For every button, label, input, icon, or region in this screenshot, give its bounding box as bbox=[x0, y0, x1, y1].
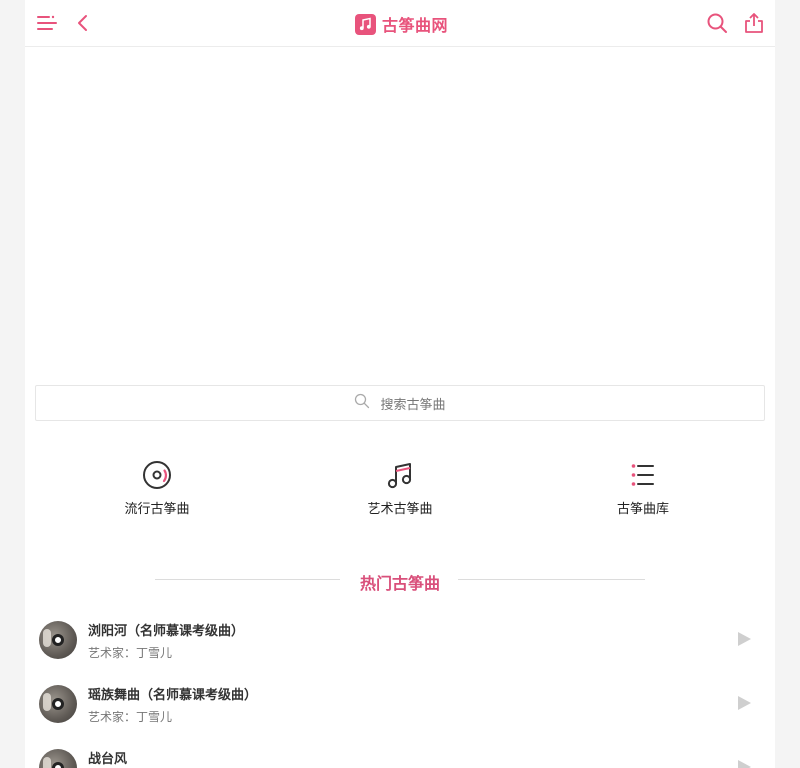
song-item[interactable]: 战台风 bbox=[39, 749, 761, 768]
song-item[interactable]: 瑶族舞曲（名师慕课考级曲） 艺术家：丁雪儿 bbox=[39, 685, 761, 741]
music-note-icon bbox=[387, 463, 412, 489]
site-title: 古筝曲网 bbox=[382, 16, 449, 35]
play-icon[interactable] bbox=[738, 696, 751, 710]
page: 古筝曲网 搜索古筝曲 流行古筝曲 艺术古筝曲 古筝曲库 热门古筝曲 浏阳河（名师… bbox=[25, 0, 775, 768]
category-label: 艺术古筝曲 bbox=[367, 502, 433, 517]
search-placeholder: 搜索古筝曲 bbox=[380, 397, 446, 413]
menu-icon[interactable] bbox=[36, 12, 58, 34]
music-logo-icon bbox=[355, 13, 376, 35]
play-icon[interactable] bbox=[738, 760, 751, 768]
share-icon[interactable] bbox=[743, 12, 765, 34]
song-artist: 艺术家：丁雪儿 bbox=[88, 646, 173, 660]
category-art[interactable]: 艺术古筝曲 bbox=[330, 460, 470, 517]
song-title: 战台风 bbox=[88, 752, 128, 767]
song-avatar bbox=[39, 621, 77, 659]
category-label: 流行古筝曲 bbox=[124, 502, 190, 517]
banner-area bbox=[25, 47, 775, 377]
song-avatar bbox=[39, 749, 77, 768]
disc-icon bbox=[143, 461, 171, 489]
category-library[interactable]: 古筝曲库 bbox=[573, 460, 713, 517]
section-title: 热门古筝曲 bbox=[359, 574, 440, 593]
search-input[interactable]: 搜索古筝曲 bbox=[35, 385, 765, 421]
site-logo[interactable]: 古筝曲网 bbox=[355, 13, 448, 35]
song-avatar bbox=[39, 685, 77, 723]
category-popular[interactable]: 流行古筝曲 bbox=[87, 460, 227, 517]
song-title: 浏阳河（名师慕课考级曲） bbox=[88, 624, 245, 639]
section-divider-left bbox=[155, 579, 340, 580]
song-artist: 艺术家：丁雪儿 bbox=[88, 710, 173, 724]
search-icon[interactable] bbox=[706, 12, 728, 34]
top-bar: 古筝曲网 bbox=[25, 0, 775, 47]
list-icon bbox=[631, 464, 654, 486]
song-title: 瑶族舞曲（名师慕课考级曲） bbox=[88, 688, 258, 703]
section-divider-right bbox=[458, 579, 645, 580]
song-item[interactable]: 浏阳河（名师慕课考级曲） 艺术家：丁雪儿 bbox=[39, 621, 761, 677]
back-icon[interactable] bbox=[72, 12, 94, 34]
search-field-icon bbox=[354, 393, 370, 413]
play-icon[interactable] bbox=[738, 632, 751, 646]
category-label: 古筝曲库 bbox=[616, 502, 669, 517]
